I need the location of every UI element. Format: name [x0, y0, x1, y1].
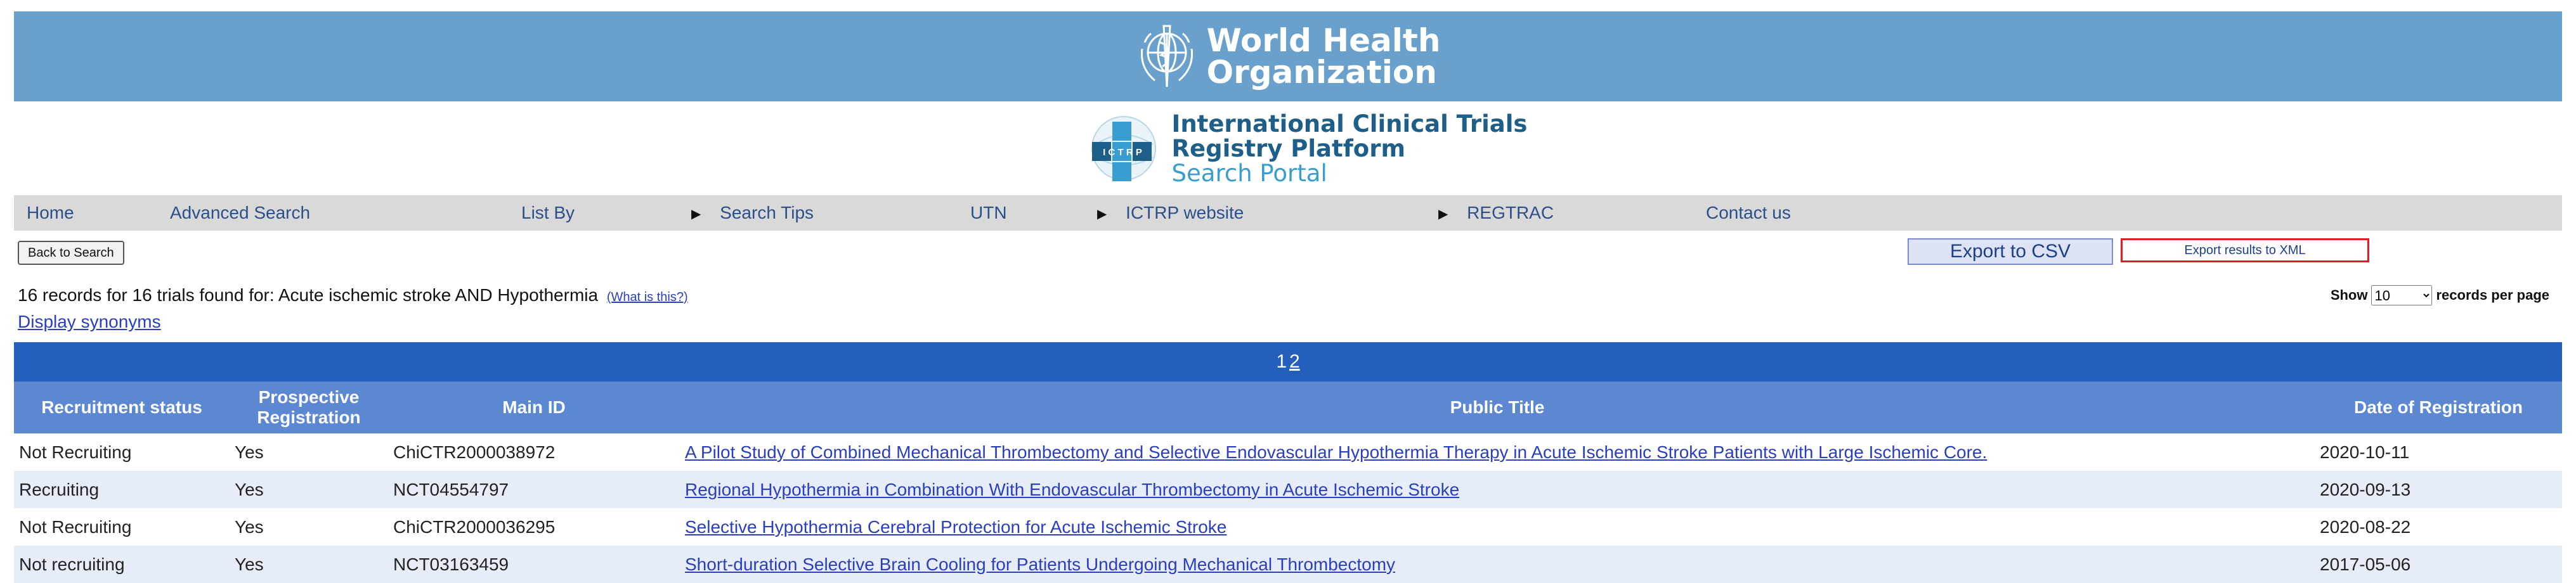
current-page: 1: [1276, 351, 1287, 372]
nav-contact-us[interactable]: Contact us: [1706, 195, 1791, 231]
back-to-search-button[interactable]: Back to Search: [18, 241, 124, 265]
nav-label: List By: [521, 203, 575, 222]
display-synonyms-link[interactable]: Display synonyms: [18, 312, 161, 332]
cell-prospective: Yes: [230, 546, 388, 583]
ictrp-badge: I C T R P: [1103, 147, 1142, 158]
nav-regtrac[interactable]: ▶ REGTRAC: [1438, 195, 1554, 231]
cell-main-id: ChiCTR2000038972: [388, 433, 680, 471]
export-xml-button[interactable]: Export results to XML: [2121, 238, 2369, 262]
nav-list-by[interactable]: List By: [521, 195, 575, 231]
who-banner: World Health Organization: [14, 11, 2562, 101]
who-title-line1: World Health: [1206, 22, 1441, 59]
trial-title-link[interactable]: Regional Hypothermia in Combination With…: [685, 480, 1459, 499]
col-date-of-registration[interactable]: Date of Registration: [2315, 381, 2562, 433]
cell-title: Selective Hypothermia Cerebral Protectio…: [680, 508, 2315, 546]
trial-title-link[interactable]: Short-duration Selective Brain Cooling f…: [685, 554, 1395, 574]
results-summary: 16 records for 16 trials found for: Acut…: [14, 280, 2562, 342]
who-title-line2: Organization: [1206, 54, 1437, 91]
nav-label: Advanced Search: [170, 203, 311, 222]
records-per-page-select[interactable]: 10: [2371, 285, 2433, 305]
cell-main-id: NCT04554797: [388, 471, 680, 508]
nav-label: Search Tips: [720, 203, 814, 222]
col-prospective-line2: Registration: [257, 407, 361, 427]
table-row: Recruiting Yes NCT04554797 Regional Hypo…: [14, 471, 2562, 508]
who-emblem-icon: [1140, 25, 1193, 87]
cell-prospective: Yes: [230, 433, 388, 471]
nav-advanced-search[interactable]: Advanced Search: [170, 195, 310, 231]
triangle-right-icon: ▶: [1438, 207, 1448, 221]
nav-home[interactable]: Home: [27, 195, 74, 231]
cell-title: A Pilot Study of Combined Mechanical Thr…: [680, 433, 2315, 471]
nav-label: ICTRP website: [1126, 203, 1244, 222]
nav-search-tips[interactable]: ▶ Search Tips: [691, 195, 814, 231]
col-recruitment-status[interactable]: Recruitment status: [14, 381, 230, 433]
ictrp-globe-icon: I C T R P: [1091, 116, 1156, 181]
col-prospective-line1: Prospective: [258, 387, 360, 407]
nav-utn[interactable]: UTN: [970, 195, 1007, 231]
cell-status: Not recruiting: [14, 546, 230, 583]
col-prospective-registration[interactable]: Prospective Registration: [230, 381, 388, 433]
cell-date: 2020-08-22: [2315, 508, 2562, 546]
cell-date: 2017-05-06: [2315, 546, 2562, 583]
ictrp-title-line2: Registry Platform: [1171, 134, 1406, 162]
table-row: Not Recruiting Yes ChiCTR2000038972 A Pi…: [14, 433, 2562, 471]
ictrp-title-line3: Search Portal: [1171, 159, 1327, 187]
nav-label: REGTRAC: [1467, 203, 1554, 222]
cell-main-id: ChiCTR2000036295: [388, 508, 680, 546]
pager: 12: [14, 342, 2562, 381]
cell-main-id: NCT03163459: [388, 546, 680, 583]
cell-status: Recruiting: [14, 471, 230, 508]
cell-title: Short-duration Selective Brain Cooling f…: [680, 546, 2315, 583]
results-count-text: 16 records for 16 trials found for: Acut…: [18, 285, 599, 305]
results-table: 12 Recruitment status Prospective Regist…: [14, 342, 2562, 583]
ictrp-logo[interactable]: I C T R P International Clinical Trials …: [1087, 110, 1528, 187]
what-is-this-link[interactable]: (What is this?): [607, 290, 688, 304]
table-row: Not recruiting Yes NCT03163459 Short-dur…: [14, 546, 2562, 583]
cell-status: Not Recruiting: [14, 508, 230, 546]
toolbar: Back to Search Export to CSV Export resu…: [14, 231, 2562, 280]
page-2-link[interactable]: 2: [1289, 351, 1300, 372]
cell-title: Regional Hypothermia in Combination With…: [680, 471, 2315, 508]
triangle-right-icon: ▶: [691, 207, 701, 221]
nav-ictrp-website[interactable]: ▶ ICTRP website: [1097, 195, 1244, 231]
who-logo[interactable]: World Health Organization: [1136, 22, 1441, 91]
cell-prospective: Yes: [230, 471, 388, 508]
ictrp-banner: I C T R P International Clinical Trials …: [14, 101, 2562, 195]
pager-row: 12: [14, 342, 2562, 381]
cell-status: Not Recruiting: [14, 433, 230, 471]
col-public-title[interactable]: Public Title: [680, 381, 2315, 433]
cell-date: 2020-10-11: [2315, 433, 2562, 471]
table-header-row: Recruitment status Prospective Registrat…: [14, 381, 2562, 433]
nav-label: UTN: [970, 203, 1007, 222]
main-nav: Home Advanced Search List By ▶ Search Ti…: [14, 195, 2562, 231]
records-per-page-control: Show 10 records per page: [2331, 285, 2549, 305]
nav-label: Home: [27, 203, 74, 222]
page-frame: World Health Organization I C T R P Inte…: [14, 11, 2562, 583]
trial-title-link[interactable]: A Pilot Study of Combined Mechanical Thr…: [685, 442, 1987, 462]
triangle-right-icon: ▶: [1097, 207, 1107, 221]
cell-date: 2020-09-13: [2315, 471, 2562, 508]
show-label: Show: [2330, 287, 2368, 303]
table-row: Not Recruiting Yes ChiCTR2000036295 Sele…: [14, 508, 2562, 546]
col-main-id[interactable]: Main ID: [388, 381, 680, 433]
ictrp-title-line1: International Clinical Trials: [1171, 110, 1528, 138]
export-csv-button[interactable]: Export to CSV: [1908, 238, 2113, 265]
nav-label: Contact us: [1706, 203, 1791, 222]
records-per-page-label: records per page: [2436, 287, 2549, 303]
cell-prospective: Yes: [230, 508, 388, 546]
trial-title-link[interactable]: Selective Hypothermia Cerebral Protectio…: [685, 517, 1226, 537]
